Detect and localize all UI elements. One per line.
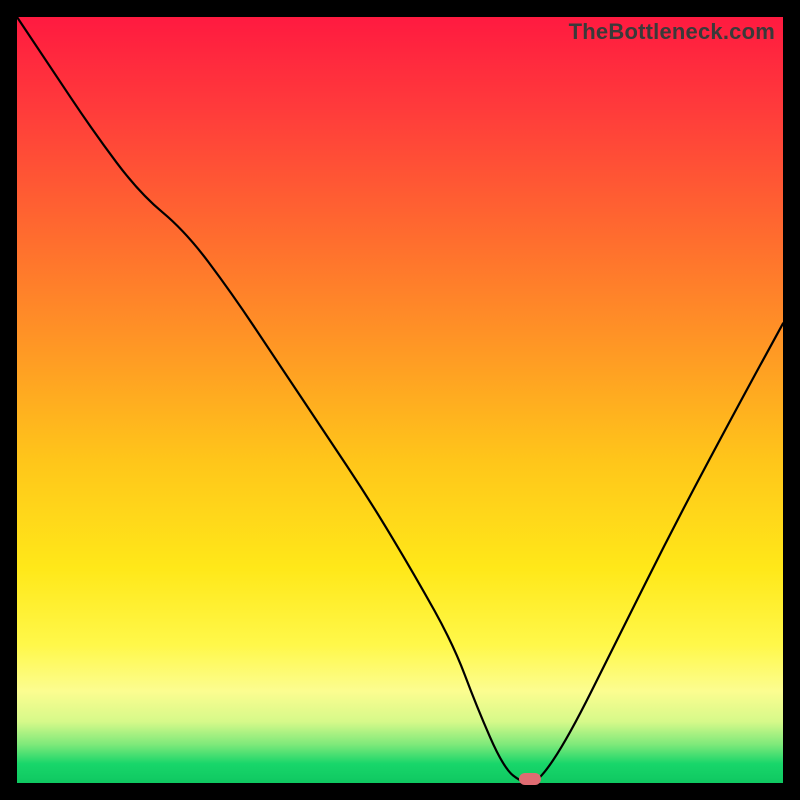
optimal-marker [519,773,541,785]
bottleneck-curve [17,17,783,783]
chart-frame: TheBottleneck.com [0,0,800,800]
plot-area: TheBottleneck.com [17,17,783,783]
